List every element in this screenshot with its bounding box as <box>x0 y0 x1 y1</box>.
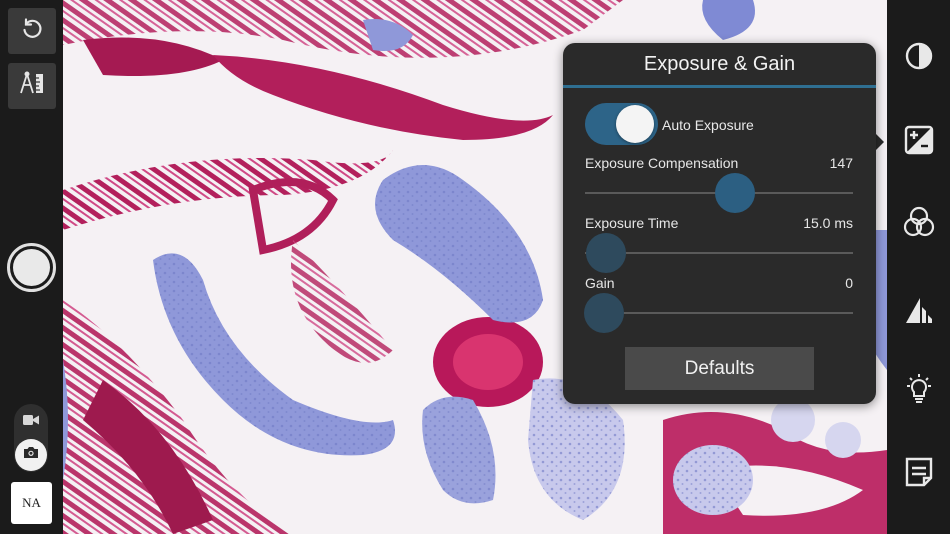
contrast-button[interactable] <box>901 40 937 76</box>
rotate-button[interactable] <box>8 8 56 54</box>
measure-button[interactable] <box>8 63 56 109</box>
gain-value: 0 <box>845 275 853 291</box>
exposure-compensation-value: 147 <box>829 155 853 171</box>
photo-mode[interactable] <box>15 439 47 471</box>
na-label: NA <box>22 495 41 510</box>
defaults-button[interactable]: Defaults <box>625 347 814 390</box>
toggle-knob[interactable] <box>616 105 654 143</box>
panel-divider <box>563 85 876 88</box>
exposure-time-thumb[interactable] <box>586 233 627 273</box>
numerical-aperture-button[interactable]: NA <box>11 482 52 524</box>
contrast-icon <box>904 41 934 76</box>
histogram-button[interactable] <box>901 294 937 330</box>
auto-exposure-label: Auto Exposure <box>662 117 754 133</box>
lighting-bulb-icon <box>903 373 935 410</box>
auto-exposure-toggle[interactable] <box>585 103 658 145</box>
lighting-button[interactable] <box>901 373 937 409</box>
video-mode[interactable] <box>14 408 48 436</box>
color-balance-icon <box>903 206 935 243</box>
color-balance-button[interactable] <box>901 206 937 242</box>
camera-icon <box>23 446 39 464</box>
exposure-compensation-thumb[interactable] <box>715 173 756 213</box>
video-camera-icon <box>23 413 39 431</box>
panel-title: Exposure & Gain <box>643 53 796 75</box>
gain-slider[interactable] <box>583 293 853 333</box>
gain-label: Gain <box>585 275 615 291</box>
shutter-inner <box>13 249 50 286</box>
exposure-compensation-label: Exposure Compensation <box>585 155 739 171</box>
histogram-icon <box>904 295 934 330</box>
exposure-gain-panel: Exposure & Gain Auto Exposure Exposure C… <box>563 43 876 404</box>
exposure-compensation-slider[interactable] <box>585 173 853 213</box>
exposure-time-label: Exposure Time <box>585 215 679 231</box>
exposure-time-value: 15.0 ms <box>803 215 853 231</box>
exposure-icon <box>904 125 934 160</box>
notes-button[interactable] <box>901 456 937 492</box>
exposure-time-slider[interactable] <box>585 233 853 273</box>
exposure-button[interactable] <box>901 124 937 160</box>
left-toolbar: NA <box>0 0 63 534</box>
rotate-ccw-icon <box>20 17 44 46</box>
right-toolbar <box>887 0 950 534</box>
measure-ruler-icon <box>18 70 46 102</box>
gain-thumb[interactable] <box>583 293 624 333</box>
notes-icon <box>904 456 934 493</box>
capture-mode-switch[interactable] <box>14 404 48 472</box>
shutter-button[interactable] <box>7 243 56 292</box>
